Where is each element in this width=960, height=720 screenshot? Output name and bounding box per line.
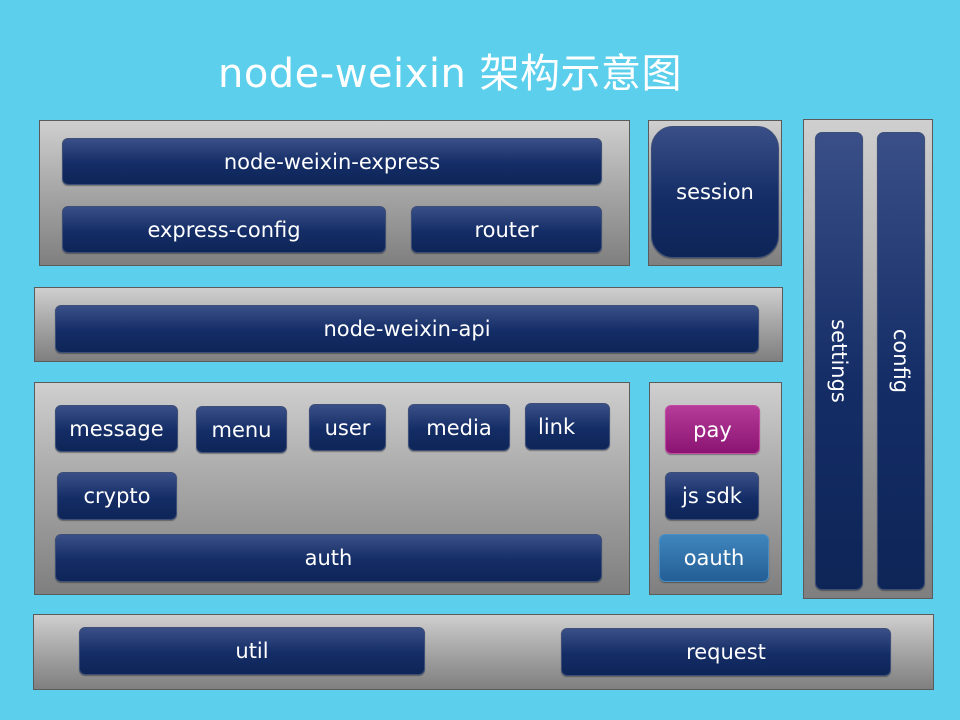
module-config: config	[877, 132, 925, 590]
module-message: message	[55, 405, 178, 452]
diagram-title: node-weixin 架构示意图	[217, 51, 683, 97]
module-util: util	[79, 627, 425, 675]
module-node-weixin-api: node-weixin-api	[55, 305, 759, 353]
module-menu: menu	[196, 406, 287, 453]
module-router: router	[411, 206, 602, 253]
module-auth: auth	[55, 534, 602, 582]
module-express-config: express-config	[62, 206, 386, 253]
module-js-sdk: js sdk	[665, 472, 759, 520]
module-settings-label: settings	[827, 319, 851, 403]
module-node-weixin-express: node-weixin-express	[62, 138, 602, 185]
module-oauth: oauth	[659, 534, 769, 582]
module-link: link	[525, 403, 610, 450]
module-media: media	[408, 404, 510, 451]
module-config-label: config	[889, 328, 914, 394]
module-pay: pay	[665, 405, 760, 454]
module-crypto: crypto	[57, 472, 177, 520]
module-user: user	[309, 404, 386, 451]
module-session: session	[651, 126, 779, 258]
module-settings: settings	[815, 132, 863, 590]
module-request: request	[561, 628, 891, 676]
